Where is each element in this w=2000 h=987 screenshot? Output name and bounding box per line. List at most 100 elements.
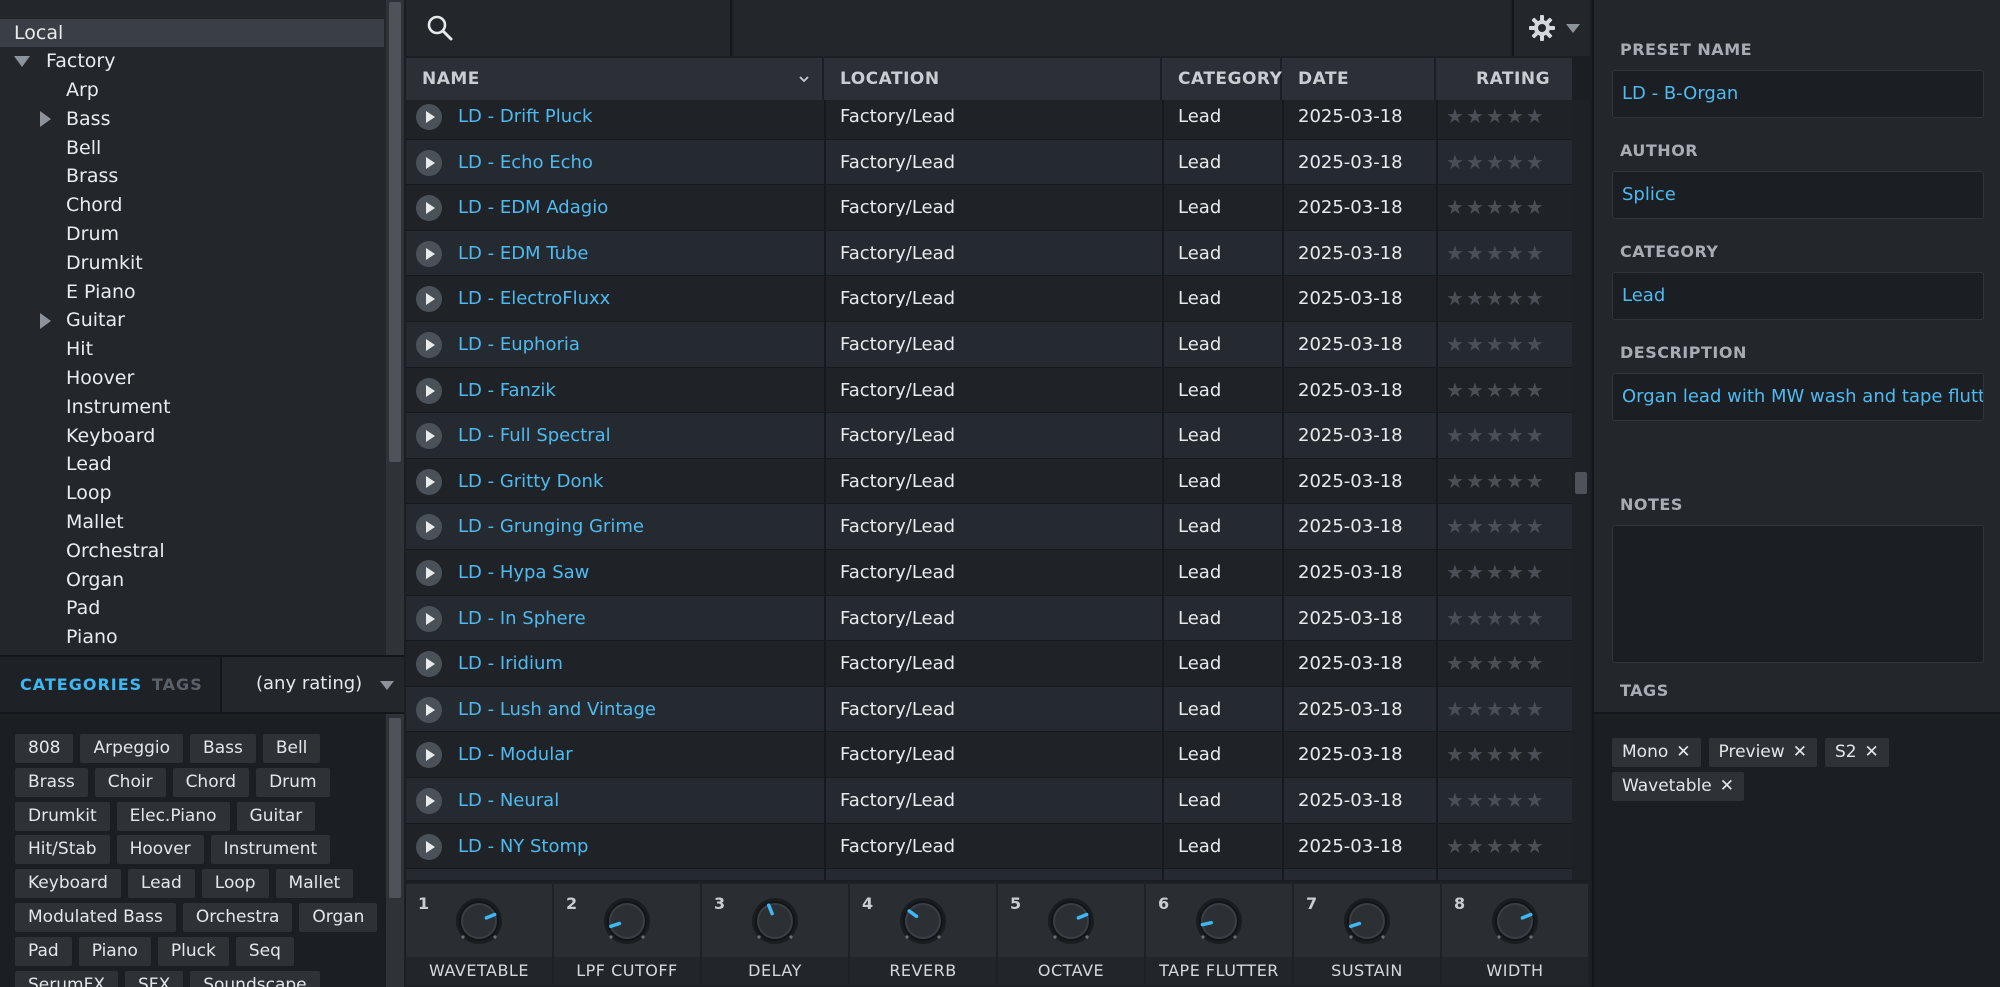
star-icon[interactable]: ★: [1466, 413, 1484, 458]
knob-icon[interactable]: [750, 896, 800, 946]
tree-item[interactable]: Drumkit: [40, 249, 143, 277]
preset-name-cell[interactable]: LD - EDM Adagio: [458, 185, 608, 230]
search-box[interactable]: [406, 0, 732, 56]
table-row[interactable]: LD - Echo Echo Factory/Lead Lead 2025-03-18…: [406, 139, 1572, 186]
star-icon[interactable]: ★: [1506, 100, 1524, 139]
tree-item[interactable]: Orchestral: [40, 537, 165, 565]
knob-icon[interactable]: [1046, 896, 1096, 946]
remove-tag-icon[interactable]: ✕: [1865, 738, 1879, 767]
preset-name-cell[interactable]: LD - Lush and Vintage: [458, 687, 656, 732]
category-chip[interactable]: Modulated Bass: [15, 903, 176, 932]
remove-tag-icon[interactable]: ✕: [1720, 772, 1734, 801]
star-icon[interactable]: ★: [1526, 185, 1544, 230]
tree-item[interactable]: Piano: [40, 623, 118, 651]
category-chip[interactable]: SerumFX: [15, 970, 118, 987]
table-row[interactable]: LD - Iridium Factory/Lead Lead 2025-03-18 ★ ★…: [406, 641, 1572, 687]
star-icon[interactable]: ★: [1526, 550, 1544, 595]
star-icon[interactable]: ★: [1466, 504, 1484, 549]
rating-stars[interactable]: ★ ★ ★ ★ ★: [1446, 459, 1546, 504]
play-preview-icon[interactable]: [416, 651, 442, 678]
preset-name-cell[interactable]: LD - Echo Echo: [458, 140, 593, 185]
macro-knob-8[interactable]: 8 WIDTH: [1442, 884, 1588, 985]
preset-name-cell[interactable]: LD - Drift Pluck: [458, 100, 592, 139]
star-icon[interactable]: ★: [1466, 185, 1484, 230]
rating-stars[interactable]: ★ ★ ★ ★ ★: [1446, 732, 1546, 777]
tree-item-factory[interactable]: Factory: [14, 47, 115, 75]
star-icon[interactable]: ★: [1446, 140, 1464, 185]
table-row[interactable]: LD - Full Spectral Factory/Lead Lead 2025-0…: [406, 413, 1572, 459]
category-chip[interactable]: Brass: [15, 767, 88, 797]
star-icon[interactable]: ★: [1486, 185, 1504, 230]
rating-stars[interactable]: ★ ★ ★ ★ ★: [1446, 276, 1546, 321]
rating-stars[interactable]: ★ ★ ★ ★ ★: [1446, 596, 1546, 641]
play-preview-icon[interactable]: [416, 696, 442, 723]
table-row[interactable]: LD - NY Stomp Factory/Lead Lead 2025-03-18 ★…: [406, 823, 1572, 870]
category-chip[interactable]: Orchestra: [182, 903, 293, 932]
star-icon[interactable]: ★: [1506, 231, 1524, 276]
star-icon[interactable]: ★: [1526, 778, 1544, 823]
star-icon[interactable]: ★: [1526, 413, 1544, 458]
author-field[interactable]: Splice: [1612, 171, 1984, 219]
star-icon[interactable]: ★: [1526, 140, 1544, 185]
star-icon[interactable]: ★: [1446, 459, 1464, 504]
play-preview-icon[interactable]: [416, 788, 442, 814]
tree-item[interactable]: Hoover: [40, 364, 134, 392]
knob-icon[interactable]: [898, 896, 948, 946]
play-preview-icon[interactable]: [416, 195, 442, 222]
column-header-rating[interactable]: RATING: [1436, 58, 1572, 100]
star-icon[interactable]: ★: [1526, 641, 1544, 686]
table-row[interactable]: LD - Lush and Vintage Factory/Lead Lead 202…: [406, 686, 1572, 733]
rating-stars[interactable]: ★ ★ ★ ★ ★: [1446, 100, 1546, 139]
preset-name-cell[interactable]: LD - Hypa Saw: [458, 550, 589, 595]
knob-icon[interactable]: [1490, 896, 1540, 946]
column-header-category[interactable]: CATEGORY: [1162, 58, 1282, 100]
star-icon[interactable]: ★: [1486, 778, 1504, 823]
table-row[interactable]: LD - In Sphere Factory/Lead Lead 2025-03-18…: [406, 595, 1572, 642]
star-icon[interactable]: ★: [1446, 231, 1464, 276]
star-icon[interactable]: ★: [1466, 732, 1484, 777]
preset-name-field[interactable]: LD - B-Organ: [1612, 70, 1984, 118]
tree-item[interactable]: Organ: [40, 566, 124, 594]
category-chip[interactable]: Guitar: [236, 801, 316, 831]
category-chip[interactable]: Organ: [299, 903, 378, 932]
star-icon[interactable]: ★: [1466, 368, 1484, 413]
preset-name-cell[interactable]: LD - Neural: [458, 778, 559, 823]
star-icon[interactable]: ★: [1486, 459, 1504, 504]
knob-icon[interactable]: [454, 896, 504, 946]
tab-categories[interactable]: CATEGORIES: [20, 675, 142, 694]
rating-filter-dropdown[interactable]: (any rating): [220, 657, 404, 714]
table-row[interactable]: LD - Hypa Saw Factory/Lead Lead 2025-03-18 ★…: [406, 550, 1572, 596]
star-icon[interactable]: ★: [1466, 824, 1484, 869]
star-icon[interactable]: ★: [1466, 100, 1484, 139]
play-preview-icon[interactable]: [416, 104, 442, 130]
star-icon[interactable]: ★: [1486, 276, 1504, 321]
remove-tag-icon[interactable]: ✕: [1676, 738, 1690, 767]
category-chip[interactable]: Instrument: [210, 835, 331, 865]
rating-stars[interactable]: ★ ★ ★ ★ ★: [1446, 322, 1546, 367]
star-icon[interactable]: ★: [1446, 368, 1464, 413]
knob-icon[interactable]: [602, 896, 652, 946]
tab-tags[interactable]: TAGS: [152, 675, 203, 694]
rating-stars[interactable]: ★ ★ ★ ★ ★: [1446, 140, 1546, 185]
table-row[interactable]: LD - EDM Tube Factory/Lead Lead 2025-03-18 ★…: [406, 230, 1572, 277]
macro-knob-3[interactable]: 3 DELAY: [702, 884, 848, 985]
star-icon[interactable]: ★: [1506, 550, 1524, 595]
star-icon[interactable]: ★: [1506, 185, 1524, 230]
preset-name-cell[interactable]: LD - In Sphere: [458, 596, 586, 641]
tree-item[interactable]: Mallet: [40, 508, 124, 536]
star-icon[interactable]: ★: [1486, 413, 1504, 458]
star-icon[interactable]: ★: [1446, 641, 1464, 686]
star-icon[interactable]: ★: [1526, 687, 1544, 732]
star-icon[interactable]: ★: [1486, 824, 1504, 869]
preset-name-cell[interactable]: LD - Fanzik: [458, 368, 556, 413]
star-icon[interactable]: ★: [1506, 140, 1524, 185]
star-icon[interactable]: ★: [1466, 778, 1484, 823]
star-icon[interactable]: ★: [1506, 732, 1524, 777]
category-chip[interactable]: Elec.Piano: [116, 801, 230, 831]
tree-item[interactable]: Hit: [40, 335, 93, 363]
star-icon[interactable]: ★: [1446, 185, 1464, 230]
category-chip[interactable]: Hoover: [116, 835, 204, 865]
star-icon[interactable]: ★: [1446, 824, 1464, 869]
column-header-location[interactable]: LOCATION: [824, 58, 1162, 100]
settings-button[interactable]: [1512, 0, 1590, 56]
